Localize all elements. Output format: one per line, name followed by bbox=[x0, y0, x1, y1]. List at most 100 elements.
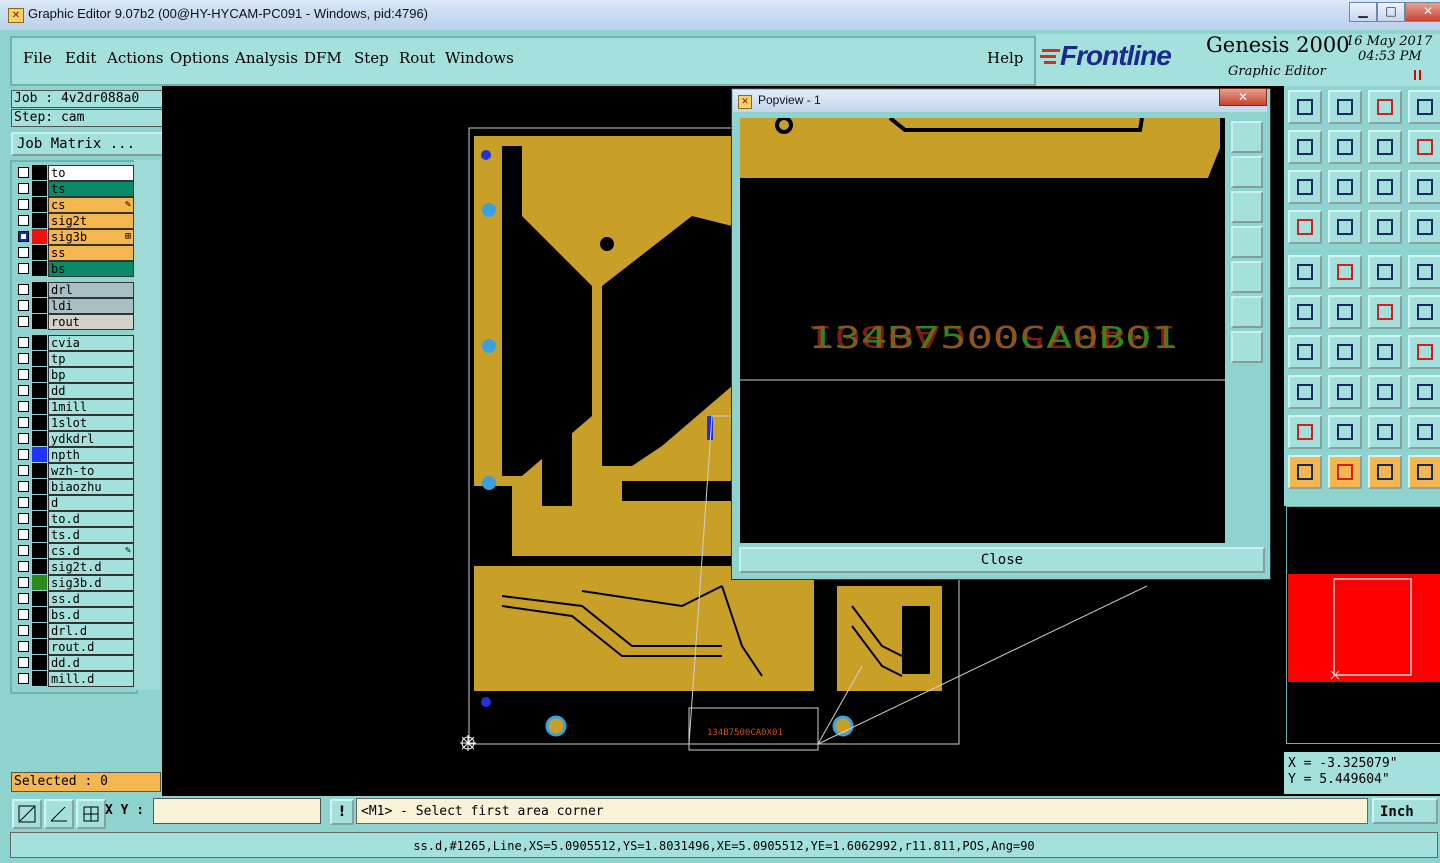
popview-fit-button[interactable] bbox=[1231, 296, 1263, 328]
layer-color-swatch[interactable] bbox=[32, 282, 47, 297]
measure-tool-icon[interactable] bbox=[1288, 210, 1322, 244]
layer-color-swatch[interactable] bbox=[32, 314, 47, 329]
layer-color-swatch[interactable] bbox=[32, 591, 47, 606]
layer-row[interactable]: 1mill bbox=[14, 399, 134, 415]
layer-checkbox[interactable] bbox=[18, 625, 29, 636]
layer-color-swatch[interactable] bbox=[32, 607, 47, 622]
layer-checkbox[interactable] bbox=[18, 300, 29, 311]
undo-tool-icon[interactable] bbox=[1368, 130, 1402, 164]
layer-row[interactable]: sig2t.d bbox=[14, 559, 134, 575]
layer-checkbox[interactable] bbox=[18, 545, 29, 556]
layer-checkbox[interactable] bbox=[18, 284, 29, 295]
layer-name[interactable]: mill.d bbox=[48, 671, 134, 687]
layer-row[interactable]: mill.d bbox=[14, 671, 134, 687]
angle-tool-icon[interactable] bbox=[1288, 335, 1322, 369]
layer-color-swatch[interactable] bbox=[32, 623, 47, 638]
menu-options[interactable]: Options bbox=[170, 49, 229, 67]
tri-up-tool-icon[interactable] bbox=[1328, 415, 1362, 449]
layer-row[interactable]: ts.d bbox=[14, 527, 134, 543]
layer-row[interactable]: drl bbox=[14, 282, 134, 298]
menu-dfm[interactable]: DFM bbox=[304, 49, 342, 67]
layer-color-swatch[interactable] bbox=[32, 655, 47, 670]
layer-checkbox[interactable] bbox=[18, 513, 29, 524]
layer-name[interactable]: cvia bbox=[48, 335, 134, 351]
layer-row[interactable]: rout.d bbox=[14, 639, 134, 655]
menu-edit[interactable]: Edit bbox=[65, 49, 96, 67]
layer-name[interactable]: ss bbox=[48, 245, 134, 261]
layer-color-swatch[interactable] bbox=[32, 245, 47, 260]
layer-row[interactable]: tp bbox=[14, 351, 134, 367]
layer-name[interactable]: sig2t bbox=[48, 213, 134, 229]
nav-left-tool-icon[interactable] bbox=[1288, 130, 1322, 164]
layer-row[interactable]: wzh-to bbox=[14, 463, 134, 479]
minimize-button[interactable]: ▁ bbox=[1349, 2, 1377, 22]
layer-color-swatch[interactable] bbox=[32, 261, 47, 276]
layer-checkbox[interactable] bbox=[18, 231, 29, 242]
layer-color-swatch[interactable] bbox=[32, 431, 47, 446]
layer-name[interactable]: 1slot bbox=[48, 415, 134, 431]
close-window-button[interactable]: ✕ bbox=[1405, 2, 1440, 22]
popview-zoom-area-button[interactable] bbox=[1231, 226, 1263, 258]
rotate-tool-icon[interactable] bbox=[1368, 335, 1402, 369]
layer-name[interactable]: wzh-to bbox=[48, 463, 134, 479]
menu-rout[interactable]: Rout bbox=[399, 49, 435, 67]
layer-row[interactable]: to bbox=[14, 165, 134, 181]
layer-row[interactable]: npth bbox=[14, 447, 134, 463]
layer-color-swatch[interactable] bbox=[32, 447, 47, 462]
layer-name[interactable]: tp bbox=[48, 351, 134, 367]
layer-name[interactable]: 1mill bbox=[48, 399, 134, 415]
layer-name[interactable]: ydkdrl bbox=[48, 431, 134, 447]
angle-tool-icon[interactable] bbox=[44, 799, 74, 829]
layer-color-swatch[interactable] bbox=[32, 335, 47, 350]
popview-close-x-button[interactable]: ✕ bbox=[1219, 88, 1267, 106]
layer-name[interactable]: sig2t.d bbox=[48, 559, 134, 575]
layer-checkbox[interactable] bbox=[18, 673, 29, 684]
arc-point-tool-icon[interactable] bbox=[1368, 295, 1402, 329]
layer-name[interactable]: dd.d bbox=[48, 655, 134, 671]
layer-name[interactable]: sig3b.d bbox=[48, 575, 134, 591]
layer-row[interactable]: drl.d bbox=[14, 623, 134, 639]
layer-checkbox[interactable] bbox=[18, 481, 29, 492]
layer-color-swatch[interactable] bbox=[32, 197, 47, 212]
popview-close-button[interactable]: Close bbox=[739, 547, 1265, 573]
layer-row[interactable]: d bbox=[14, 495, 134, 511]
line-tool-icon[interactable] bbox=[12, 799, 42, 829]
layer-color-swatch[interactable] bbox=[32, 181, 47, 196]
layer-color-swatch[interactable] bbox=[32, 527, 47, 542]
drill-red-tool-icon[interactable] bbox=[1368, 210, 1402, 244]
layer-color-swatch[interactable] bbox=[32, 543, 47, 558]
layer-checkbox[interactable] bbox=[18, 577, 29, 588]
layer-checkbox[interactable] bbox=[18, 449, 29, 460]
layer-row[interactable]: bp bbox=[14, 367, 134, 383]
mirror-tool-icon[interactable] bbox=[1408, 335, 1440, 369]
layer-name[interactable]: drl bbox=[48, 282, 134, 298]
drill-red-2-tool-icon[interactable] bbox=[1408, 210, 1440, 244]
xy-input[interactable] bbox=[153, 798, 321, 824]
select-multi-tool-icon[interactable] bbox=[1408, 455, 1440, 489]
layer-row[interactable]: to.d bbox=[14, 511, 134, 527]
layer-color-swatch[interactable] bbox=[32, 399, 47, 414]
dot-tool-icon[interactable] bbox=[1408, 255, 1440, 289]
layer-name[interactable]: drl.d bbox=[48, 623, 134, 639]
layer-checkbox[interactable] bbox=[18, 497, 29, 508]
popview-canvas[interactable]: 134B7500CA0B01 134B7500CA0B01 bbox=[740, 118, 1225, 543]
layer-color-swatch[interactable] bbox=[32, 671, 47, 686]
layer-name[interactable]: bp bbox=[48, 367, 134, 383]
layer-row[interactable]: bs.d bbox=[14, 607, 134, 623]
layer-checkbox[interactable] bbox=[18, 263, 29, 274]
layer-row[interactable]: cs ✎ bbox=[14, 197, 134, 213]
layer-checkbox[interactable] bbox=[18, 657, 29, 668]
layer-color-swatch[interactable] bbox=[32, 511, 47, 526]
curve-tool-icon[interactable] bbox=[1408, 130, 1440, 164]
layer-name[interactable]: dd bbox=[48, 383, 134, 399]
layer-row[interactable]: sig3b ⊞ bbox=[14, 229, 134, 245]
layer-color-swatch[interactable] bbox=[32, 229, 47, 244]
layer-color-swatch[interactable] bbox=[32, 575, 47, 590]
layer-checkbox[interactable] bbox=[18, 385, 29, 396]
tri-down-tool-icon[interactable] bbox=[1368, 415, 1402, 449]
layer-color-swatch[interactable] bbox=[32, 367, 47, 382]
popview-pan-button[interactable] bbox=[1231, 191, 1263, 223]
layer-color-swatch[interactable] bbox=[32, 213, 47, 228]
layer-checkbox[interactable] bbox=[18, 167, 29, 178]
layout-tool-icon[interactable] bbox=[1408, 90, 1440, 124]
